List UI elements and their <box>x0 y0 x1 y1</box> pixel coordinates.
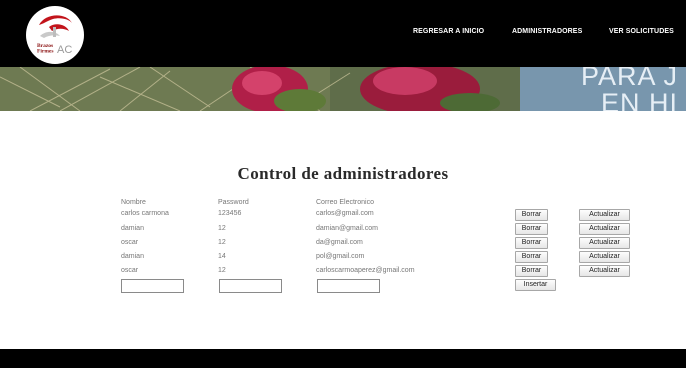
new-correo-input[interactable] <box>317 279 380 293</box>
nav-link-regresar-inicio[interactable]: REGRESAR A INICIO <box>413 28 484 35</box>
banner-slogan-line2: EN HI <box>600 88 678 112</box>
cell-nombre: damian <box>121 253 144 260</box>
cell-nombre: oscar <box>121 267 139 274</box>
cell-correo: pol@gmail.com <box>316 253 365 260</box>
footer-bar <box>0 349 686 368</box>
new-password-input[interactable] <box>219 279 282 293</box>
nav-link-ver-solicitudes[interactable]: VER SOLICITUDES <box>609 28 674 35</box>
cell-password: 12 <box>218 267 226 274</box>
brand-logo-graphic: Brazos Firmes AC <box>37 15 72 56</box>
delete-button[interactable]: Borrar <box>515 265 548 277</box>
delete-button[interactable]: Borrar <box>515 251 548 263</box>
logo-wordmark-suffix: AC <box>57 44 72 56</box>
cell-correo: carloscarmoaperez@gmail.com <box>316 267 415 274</box>
cell-password: 12 <box>218 239 226 246</box>
update-button[interactable]: Actualizar <box>579 209 630 221</box>
cell-nombre: carlos carmona <box>121 210 169 217</box>
cell-nombre: damian <box>121 225 144 232</box>
banner-slogan-line1: PARA J <box>580 67 678 91</box>
cell-password: 12 <box>218 225 226 232</box>
hero-banner: PARA J EN HI <box>0 67 686 111</box>
nav-link-administradores[interactable]: ADMINISTRADORES <box>512 28 582 35</box>
cell-password: 14 <box>218 253 226 260</box>
delete-button[interactable]: Borrar <box>515 223 548 235</box>
insert-button[interactable]: Insertar <box>515 279 556 291</box>
column-header-correo: Correo Electronico <box>316 199 374 206</box>
cell-nombre: oscar <box>121 239 139 246</box>
new-nombre-input[interactable] <box>121 279 184 293</box>
cell-correo: da@gmail.com <box>316 239 363 246</box>
logo-wordmark-line2: Firmes <box>37 49 54 55</box>
brand-logo[interactable]: Brazos Firmes AC <box>26 6 84 64</box>
update-button[interactable]: Actualizar <box>579 237 630 249</box>
update-button[interactable]: Actualizar <box>579 223 630 235</box>
update-button[interactable]: Actualizar <box>579 251 630 263</box>
banner-slogan: PARA J EN HI <box>581 67 678 111</box>
cell-correo: carlos@gmail.com <box>316 210 374 217</box>
page-title: Control de administradores <box>237 164 449 183</box>
cell-password: 123456 <box>218 210 242 217</box>
update-button[interactable]: Actualizar <box>579 265 630 277</box>
column-header-nombre: Nombre <box>121 199 146 206</box>
delete-button[interactable]: Borrar <box>515 209 548 221</box>
top-nav-bar: Brazos Firmes AC REGRESAR A INICIO ADMIN… <box>0 0 686 67</box>
delete-button[interactable]: Borrar <box>515 237 548 249</box>
cell-correo: damian@gmail.com <box>316 225 378 232</box>
column-header-password: Password <box>218 199 249 206</box>
